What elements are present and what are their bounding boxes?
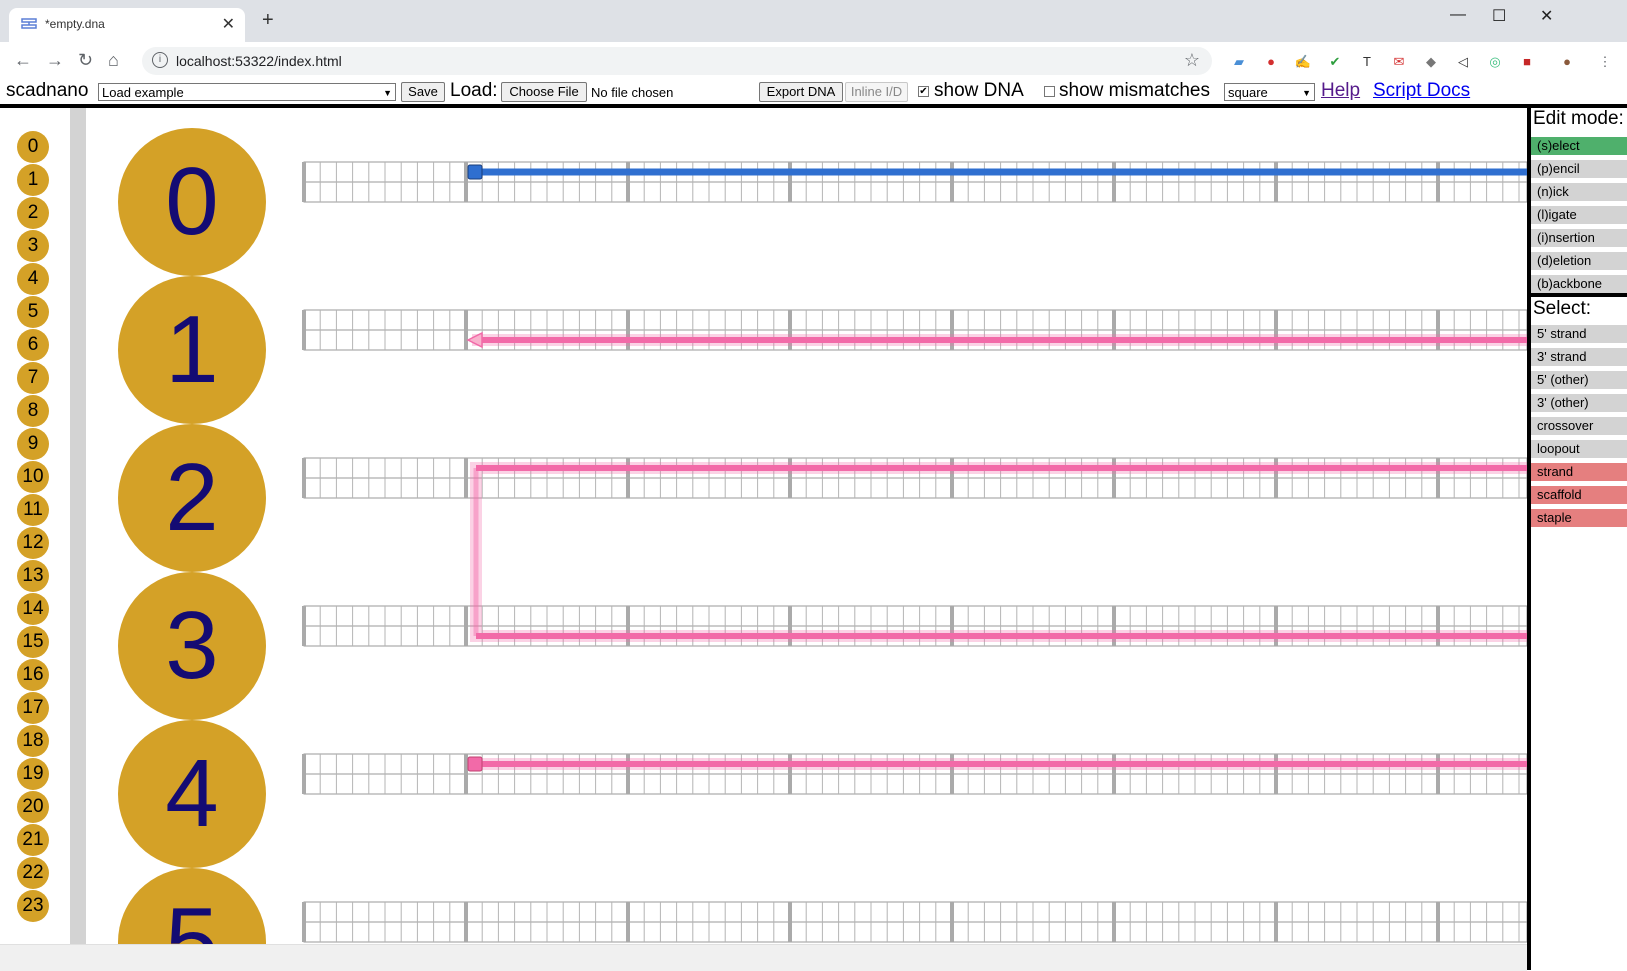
- profile-avatar[interactable]: ●: [1558, 53, 1576, 71]
- extension-opera-icon[interactable]: ●: [1262, 53, 1280, 71]
- show-dna-checkbox[interactable]: ✔: [918, 86, 929, 97]
- site-info-icon[interactable]: i: [152, 52, 168, 68]
- back-icon[interactable]: ←: [14, 50, 32, 71]
- extension-red-icon[interactable]: ■: [1518, 53, 1536, 71]
- choose-file-button[interactable]: Choose File: [501, 82, 587, 102]
- dropdown-arrow-icon: ▼: [1302, 88, 1311, 98]
- no-file-text: No file chosen: [591, 85, 674, 100]
- select-filter-button[interactable]: staple: [1531, 509, 1627, 527]
- main-helix-circle[interactable]: 4: [118, 720, 266, 868]
- select-filter-button[interactable]: scaffold: [1531, 486, 1627, 504]
- save-button[interactable]: Save: [401, 82, 445, 102]
- strand-5prime-end[interactable]: [467, 164, 483, 180]
- close-window-icon[interactable]: ✕: [1540, 6, 1553, 26]
- select-filter-button[interactable]: crossover: [1531, 417, 1627, 435]
- extension-circle-icon[interactable]: ◎: [1486, 53, 1504, 71]
- browser-menu-icon[interactable]: ⋮: [1596, 53, 1614, 71]
- home-icon[interactable]: ⌂: [108, 50, 119, 71]
- load-example-value: Load example: [102, 85, 184, 100]
- grid-select-value: square: [1228, 85, 1268, 100]
- omnibox[interactable]: i localhost:53322/index.html ☆: [142, 47, 1212, 75]
- extension-signature-icon[interactable]: ✍: [1294, 53, 1312, 71]
- load-label: Load:: [450, 80, 498, 101]
- helix-grid[interactable]: [302, 161, 1527, 203]
- tab-title: *empty.dna: [45, 17, 105, 31]
- select-filter-button[interactable]: strand: [1531, 463, 1627, 481]
- forward-icon[interactable]: →: [46, 50, 64, 71]
- reload-icon[interactable]: ↻: [78, 50, 93, 71]
- dropdown-arrow-icon: ▼: [383, 88, 392, 98]
- new-tab-button[interactable]: +: [262, 10, 274, 30]
- select-filter-button[interactable]: 5' (other): [1531, 371, 1627, 389]
- select-filter-button[interactable]: 5' strand: [1531, 325, 1627, 343]
- show-mismatches-label: show mismatches: [1059, 80, 1210, 101]
- select-filter-button[interactable]: loopout: [1531, 440, 1627, 458]
- select-title: Select:: [1533, 298, 1592, 319]
- edit-mode-button[interactable]: (s)elect: [1531, 137, 1627, 155]
- show-dna-label: show DNA: [934, 80, 1024, 101]
- close-tab-icon[interactable]: ✕: [222, 14, 235, 34]
- extension-dropbox-icon[interactable]: ◆: [1422, 53, 1440, 71]
- extension-mail-icon[interactable]: ✉: [1390, 53, 1408, 71]
- maximize-icon[interactable]: ☐: [1492, 6, 1506, 26]
- main-helix-circle[interactable]: 3: [118, 572, 266, 720]
- script-docs-link[interactable]: Script Docs: [1373, 80, 1470, 102]
- strand-5prime-end[interactable]: [467, 756, 483, 772]
- extension-check-icon[interactable]: ✔: [1326, 53, 1344, 71]
- edit-mode-button[interactable]: (n)ick: [1531, 183, 1627, 201]
- browser-tab[interactable]: *empty.dna ✕: [9, 8, 245, 42]
- browser-address-bar: ← → ↻ ⌂ i localhost:53322/index.html ☆ ▰…: [0, 42, 1627, 81]
- export-dna-button[interactable]: Export DNA: [759, 82, 843, 102]
- edit-mode-button[interactable]: (i)nsertion: [1531, 229, 1627, 247]
- minimize-icon[interactable]: —: [1450, 6, 1466, 24]
- show-mismatches-checkbox[interactable]: [1044, 86, 1055, 97]
- select-filter-button[interactable]: 3' strand: [1531, 348, 1627, 366]
- scadnano-favicon-icon: [21, 18, 37, 29]
- main-helix-circle[interactable]: 1: [118, 276, 266, 424]
- load-example-select[interactable]: Load example ▼: [98, 83, 396, 101]
- panel-separator: [1531, 293, 1627, 297]
- edit-mode-button[interactable]: (b)ackbone: [1531, 275, 1627, 293]
- main-helix-circle[interactable]: 2: [118, 424, 266, 572]
- edit-mode-button[interactable]: (l)igate: [1531, 206, 1627, 224]
- grid-select[interactable]: square ▼: [1224, 83, 1315, 101]
- scadnano-toolbar: scadnano Load example ▼ Save Load: Choos…: [0, 80, 1627, 104]
- url-text: localhost:53322/index.html: [176, 53, 342, 69]
- helix-grid[interactable]: [302, 901, 1527, 943]
- extension-mute-icon[interactable]: ◁: [1454, 53, 1472, 71]
- edit-mode-button[interactable]: (d)eletion: [1531, 252, 1627, 270]
- browser-tab-bar: *empty.dna ✕ + — ☐ ✕: [0, 0, 1627, 42]
- inline-id-button[interactable]: Inline I/D: [845, 82, 908, 102]
- edit-mode-button[interactable]: (p)encil: [1531, 160, 1627, 178]
- extension-tex-icon[interactable]: T: [1358, 53, 1376, 71]
- horizontal-scrollbar[interactable]: [0, 944, 1527, 971]
- select-filter-button[interactable]: 3' (other): [1531, 394, 1627, 412]
- edit-mode-title: Edit mode:: [1533, 108, 1624, 129]
- extension-chat-icon[interactable]: ▰: [1230, 53, 1248, 71]
- help-link[interactable]: Help: [1321, 80, 1360, 102]
- main-helix-circle[interactable]: 0: [118, 128, 266, 276]
- app-name: scadnano: [6, 80, 89, 101]
- bookmark-star-icon[interactable]: ☆: [1184, 50, 1200, 71]
